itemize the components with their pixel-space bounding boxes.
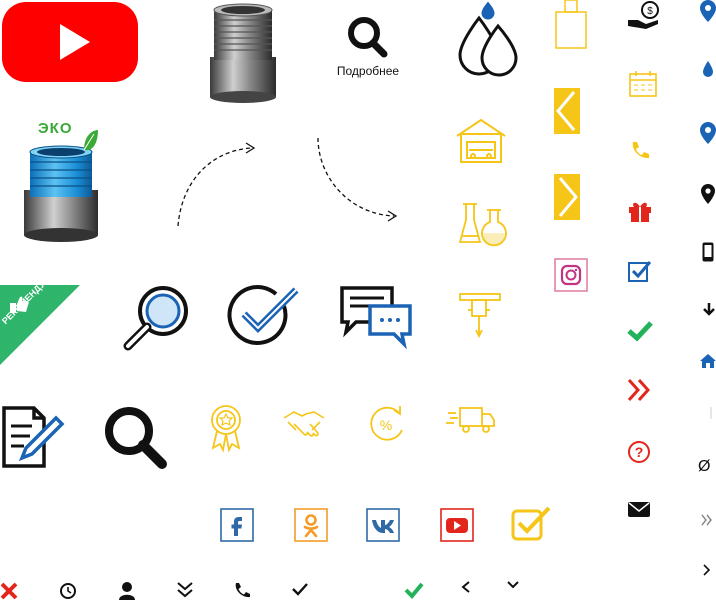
vk-icon[interactable]	[366, 508, 400, 542]
recommend-ribbon-icon: РЕКОМЕНДУЕМ	[0, 269, 82, 367]
search-details-icon[interactable]: Подробнее	[330, 14, 406, 78]
arrow-down-icon[interactable]	[702, 302, 716, 316]
checkbox-yellow-icon[interactable]	[511, 506, 552, 542]
small-mark-icon	[708, 406, 714, 420]
check-box-icon[interactable]	[628, 260, 652, 282]
odnoklassniki-icon[interactable]	[294, 508, 328, 542]
magnifier-icon[interactable]	[118, 284, 190, 356]
svg-text:?: ?	[635, 444, 644, 460]
check-small-icon	[291, 582, 309, 596]
check-circle-icon[interactable]	[226, 284, 302, 348]
eco-label: ЭКО	[38, 120, 73, 137]
double-chevron-icon[interactable]	[626, 378, 652, 402]
calendar-icon	[628, 70, 658, 98]
help-icon[interactable]: ?	[627, 440, 651, 464]
chevron-left-box-icon[interactable]	[554, 88, 580, 134]
close-icon[interactable]	[0, 582, 20, 600]
money-hand-icon: $	[626, 0, 662, 30]
check-icon	[626, 320, 654, 342]
chevron-down-icon[interactable]	[506, 580, 520, 590]
check-green-icon	[404, 582, 424, 599]
eco-pipe-icon: ЭКО	[22, 120, 102, 245]
garage-icon	[455, 118, 507, 164]
chevron-right-icon[interactable]	[702, 564, 712, 576]
phone-small-icon[interactable]	[233, 582, 251, 600]
svg-text:$: $	[647, 6, 653, 17]
drop-pin-icon	[702, 60, 714, 78]
svg-text:%: %	[380, 417, 392, 433]
pipe-fitting-icon	[204, 2, 282, 103]
mobile-icon	[702, 242, 714, 262]
chevron-right-box-icon[interactable]	[554, 174, 580, 220]
youtube-logo-icon[interactable]	[2, 2, 138, 82]
handshake-icon	[282, 402, 326, 446]
empty-set-icon: Ø	[698, 458, 711, 475]
chat-bubbles-icon[interactable]	[338, 284, 414, 350]
percent-cycle-icon: %	[364, 402, 408, 446]
water-drops-icon	[454, 0, 520, 80]
clock-icon	[59, 582, 77, 600]
bottle-outline-icon	[554, 0, 588, 50]
curved-arrow-down-icon	[312, 136, 404, 226]
delivery-truck-icon	[446, 404, 496, 436]
location-pin-icon	[700, 122, 716, 144]
map-pin-icon	[700, 0, 716, 22]
document-edit-icon[interactable]	[0, 404, 65, 470]
facebook-icon[interactable]	[220, 508, 254, 542]
flasks-icon	[458, 202, 507, 252]
jackhammer-icon	[458, 290, 502, 340]
details-label: Подробнее	[336, 64, 400, 78]
chevron-left-icon[interactable]	[460, 580, 472, 594]
double-chevron-down-icon[interactable]	[175, 580, 195, 600]
youtube-icon[interactable]	[440, 508, 474, 542]
curved-arrow-icon	[174, 138, 264, 230]
user-icon[interactable]	[118, 581, 136, 601]
award-icon	[206, 402, 246, 453]
instagram-icon[interactable]	[554, 258, 588, 292]
search-icon[interactable]	[102, 404, 168, 470]
double-chevron-right-icon[interactable]	[700, 514, 714, 526]
home-icon[interactable]	[700, 354, 716, 368]
envelope-icon[interactable]	[628, 500, 652, 518]
gift-icon	[628, 200, 652, 222]
map-marker-icon	[701, 184, 715, 204]
phone-icon[interactable]	[630, 140, 650, 160]
